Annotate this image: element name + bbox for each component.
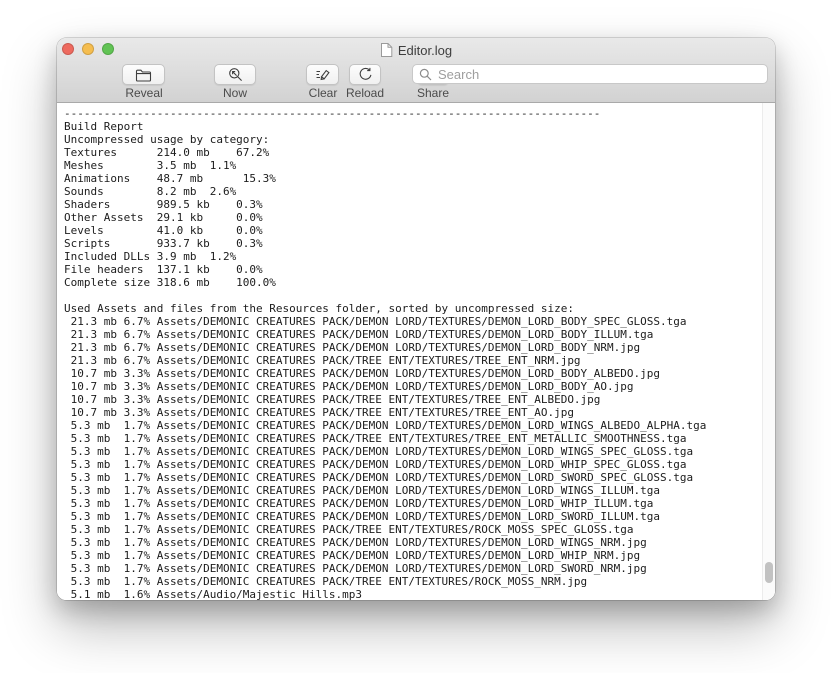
traffic-lights: [62, 43, 114, 55]
reload-label: Reload: [335, 86, 395, 100]
console-window: Editor.log Reveal: [57, 38, 775, 600]
now-label: Now: [205, 86, 265, 100]
now-button[interactable]: [214, 64, 256, 85]
search-icon: [419, 68, 432, 81]
titlebar[interactable]: Editor.log: [57, 38, 775, 62]
folder-icon: [135, 68, 152, 82]
clear-button[interactable]: [306, 64, 339, 85]
document-icon: [380, 42, 393, 58]
close-button[interactable]: [62, 43, 74, 55]
minimize-button[interactable]: [82, 43, 94, 55]
reload-circular-arrow-icon: [358, 67, 373, 82]
window-title: Editor.log: [398, 43, 452, 58]
window-header: Editor.log Reveal: [57, 38, 775, 103]
search-field[interactable]: [412, 64, 768, 84]
clear-eraser-icon: [315, 67, 331, 82]
reload-button[interactable]: [349, 64, 381, 85]
share-label: Share: [403, 86, 463, 100]
reveal-button[interactable]: [122, 64, 165, 85]
search-input[interactable]: [436, 66, 761, 83]
log-text: ----------------------------------------…: [57, 103, 775, 600]
desktop: { "window": { "title": "Editor.log", "tr…: [0, 0, 831, 673]
reveal-label: Reveal: [114, 86, 174, 100]
jump-to-now-icon: [228, 67, 243, 82]
scrollbar-thumb[interactable]: [765, 562, 773, 583]
log-content-area[interactable]: ----------------------------------------…: [57, 103, 775, 600]
scrollbar-track[interactable]: [762, 103, 775, 600]
zoom-button[interactable]: [102, 43, 114, 55]
